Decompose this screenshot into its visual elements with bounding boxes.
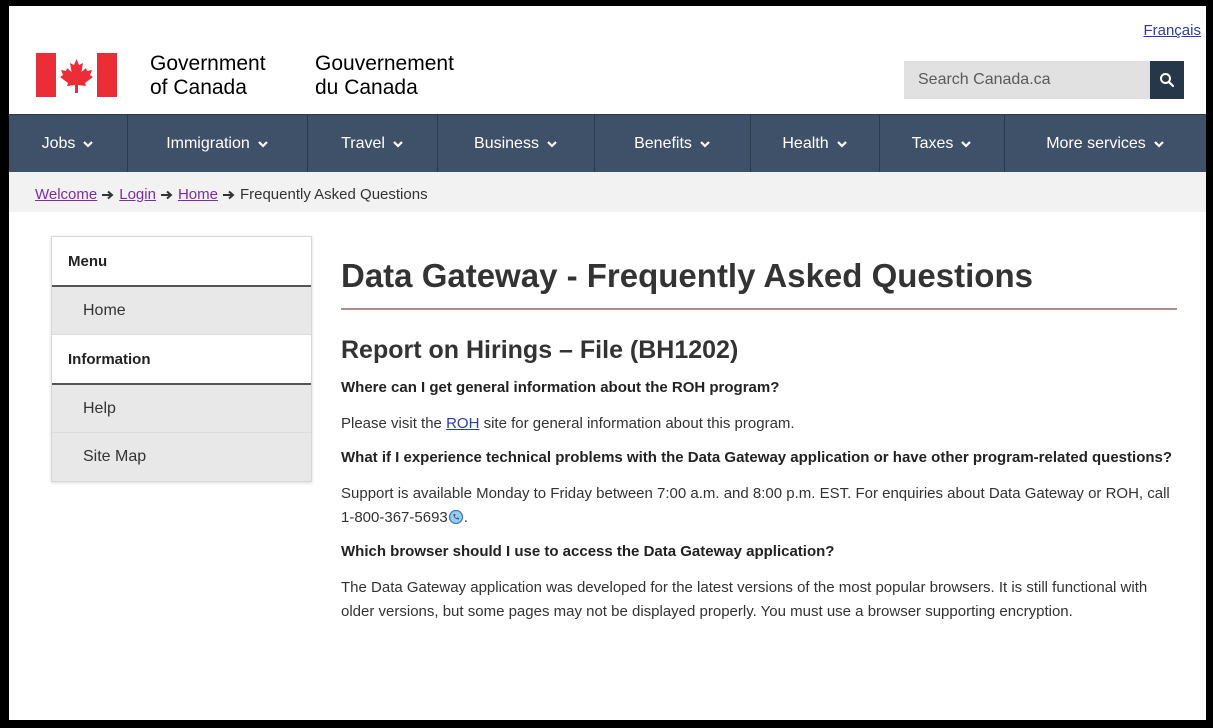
nav-item-label: Taxes (911, 134, 954, 152)
answer-text: Please visit the (341, 415, 447, 432)
breadcrumb-home-link[interactable]: Home (178, 186, 218, 203)
faq-question-1: Where can I get general information abou… (341, 379, 780, 396)
faq-answer-2: Support is available Monday to Friday be… (341, 482, 1177, 530)
signature-en-line1: Government (150, 52, 266, 75)
nav-item-business[interactable]: Business (438, 115, 595, 172)
signature-en-line2: of Canada (150, 76, 247, 99)
nav-item-label: Health (782, 134, 829, 152)
faq-question-2: What if I experience technical problems … (341, 449, 1173, 466)
nav-item-immigration[interactable]: Immigration (128, 115, 308, 172)
section-title: Report on Hirings – File (BH1202) (341, 336, 739, 364)
answer-text: site for general information about this … (479, 415, 795, 432)
nav-item-label: Business (474, 134, 539, 152)
signature-fr-line2: du Canada (315, 76, 418, 99)
signature-fr-line1: Gouvernement (315, 52, 454, 75)
page-title: Data Gateway - Frequently Asked Question… (341, 256, 1177, 310)
chevron-down-icon (961, 140, 972, 148)
nav-item-label: Benefits (634, 134, 692, 152)
government-signature-fr: Gouvernement du Canada (315, 52, 454, 100)
arrow-right-icon (102, 190, 114, 199)
chevron-down-icon (1154, 140, 1164, 148)
sidebar-heading-menu: Menu (52, 237, 311, 287)
nav-item-taxes[interactable]: Taxes (880, 115, 1005, 172)
nav-item-label: More services (1046, 134, 1146, 152)
nav-item-health[interactable]: Health (751, 115, 880, 172)
chevron-down-icon (836, 140, 847, 148)
chevron-down-icon (83, 140, 94, 148)
nav-item-label: Travel (341, 134, 385, 152)
browser-frame: Français Government of Canada Gouverneme… (0, 0, 1213, 728)
language-toggle-link[interactable]: Français (1143, 22, 1201, 39)
main-content: Data Gateway - Frequently Asked Question… (341, 256, 1177, 624)
sidebar-item-help[interactable]: Help (52, 385, 311, 433)
answer-text: . (463, 509, 468, 526)
nav-item-more-services[interactable]: More services (1005, 115, 1206, 172)
arrow-right-icon (160, 190, 173, 199)
sidebar-menu: Menu Home Information Help Site Map (51, 236, 312, 482)
chevron-down-icon (700, 140, 710, 148)
nav-item-label: Immigration (166, 134, 250, 152)
phone-icon[interactable] (448, 509, 464, 525)
search-button[interactable] (1150, 61, 1184, 99)
canada-flag-icon (36, 53, 117, 97)
main-nav: Jobs Immigration Travel Business Benefit… (9, 114, 1206, 173)
chevron-down-icon (258, 140, 268, 148)
faq-question-3: Which browser should I use to access the… (341, 543, 835, 560)
faq-answer-1: Please visit the ROH site for general in… (341, 412, 1177, 436)
search-icon (1160, 73, 1175, 88)
search-input[interactable] (904, 61, 1150, 99)
sidebar-heading-information: Information (52, 335, 311, 385)
sidebar-item-site-map[interactable]: Site Map (52, 433, 311, 481)
chevron-down-icon (547, 140, 557, 148)
faq-answer-3: The Data Gateway application was develop… (341, 579, 1148, 620)
nav-item-label: Jobs (41, 134, 76, 152)
nav-item-jobs[interactable]: Jobs (9, 115, 128, 172)
sidebar-item-home[interactable]: Home (52, 287, 311, 335)
arrow-right-icon (222, 190, 235, 199)
breadcrumb-current: Frequently Asked Questions (239, 186, 428, 203)
roh-site-link[interactable]: ROH (446, 415, 479, 432)
chevron-down-icon (393, 140, 403, 148)
search-bar (904, 61, 1184, 99)
breadcrumb-login-link[interactable]: Login (119, 186, 156, 203)
breadcrumb-welcome-link[interactable]: Welcome (35, 186, 97, 203)
breadcrumb: Welcome Login Home Frequently Asked Ques… (35, 186, 428, 203)
nav-item-travel[interactable]: Travel (308, 115, 438, 172)
government-signature-en: Government of Canada (150, 52, 266, 100)
nav-item-benefits[interactable]: Benefits (595, 115, 751, 172)
